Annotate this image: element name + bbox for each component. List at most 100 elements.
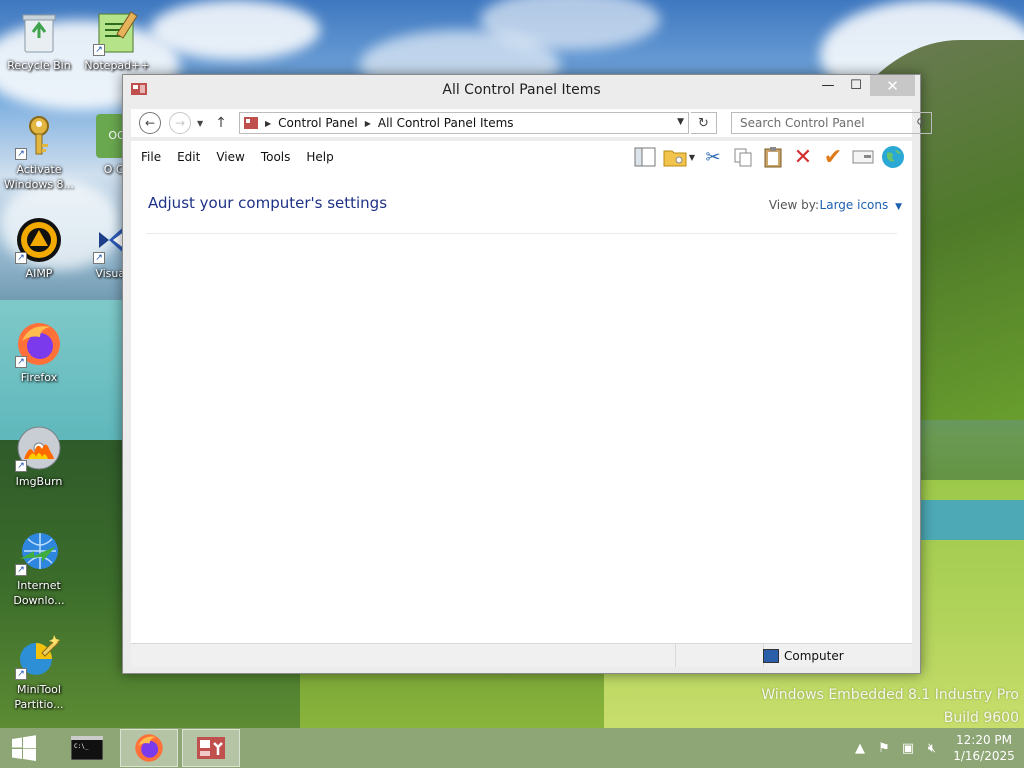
- breadcrumb-separator-icon: ▶: [364, 118, 371, 128]
- desktop-icon-label: Internet Downlo...: [13, 579, 65, 607]
- desktop-icon-imgburn[interactable]: ↗ ImgBurn: [1, 424, 77, 489]
- menu-file[interactable]: File: [131, 150, 169, 164]
- desktop-icon-activate-windows[interactable]: ↗ Activate Windows 8...: [1, 112, 77, 192]
- window-title: All Control Panel Items: [442, 82, 601, 98]
- computer-icon: [763, 648, 779, 663]
- clock[interactable]: 12:20 PM 1/16/2025: [944, 732, 1024, 764]
- menu-view[interactable]: View: [208, 150, 252, 164]
- desktop-icon-internet-download-manager[interactable]: ↗ Internet Downlo...: [1, 528, 77, 608]
- desktop-icon-notepad-plus-plus[interactable]: ↗ Notepad++: [79, 8, 155, 73]
- action-center-flag-icon[interactable]: ⚑: [872, 741, 896, 756]
- view-by-dropdown[interactable]: Large icons ▼: [820, 198, 902, 212]
- scissors-icon: ✂: [705, 146, 721, 168]
- desktop-icon-aimp[interactable]: ↗ AIMP: [1, 216, 77, 281]
- paste-button[interactable]: [758, 144, 788, 170]
- control-panel-icon: [197, 737, 225, 759]
- forward-button[interactable]: →: [169, 112, 191, 134]
- address-bar[interactable]: ▶ Control Panel ▶ All Control Panel Item…: [239, 112, 689, 134]
- show-hidden-icons-icon[interactable]: ▲: [848, 741, 872, 756]
- refresh-button[interactable]: ↻: [691, 112, 717, 134]
- menu-tools[interactable]: Tools: [253, 150, 299, 164]
- rename-icon: [852, 150, 874, 164]
- status-segment: [131, 644, 676, 667]
- properties-button[interactable]: ✔: [818, 144, 848, 170]
- minitool-partition-icon: ↗: [15, 632, 63, 680]
- breadcrumb-separator-icon: ▶: [265, 118, 272, 128]
- taskbar-command-prompt[interactable]: C:\_: [58, 729, 116, 767]
- folder-options-button[interactable]: ▼: [660, 144, 698, 170]
- delete-button[interactable]: ✕: [788, 144, 818, 170]
- cut-button[interactable]: ✂: [698, 144, 728, 170]
- copy-icon: [734, 148, 752, 167]
- back-button[interactable]: ←: [139, 112, 161, 134]
- search-input[interactable]: Search Control Panel ⚲: [731, 112, 932, 134]
- maximize-button[interactable]: ☐: [842, 75, 870, 96]
- network-icon[interactable]: ▣: [896, 741, 920, 756]
- imgburn-icon: ↗: [15, 424, 63, 472]
- menu-edit[interactable]: Edit: [169, 150, 208, 164]
- up-button[interactable]: ↑: [215, 115, 227, 131]
- start-button[interactable]: [0, 728, 48, 768]
- status-text: Computer: [784, 648, 844, 663]
- command-prompt-icon: C:\_: [71, 736, 103, 760]
- close-button[interactable]: ✕: [870, 75, 915, 96]
- desktop-icon-label: AIMP: [25, 267, 53, 280]
- arrow-right-icon: →: [174, 116, 186, 130]
- title-bar[interactable]: All Control Panel Items — ☐ ✕: [123, 75, 920, 105]
- recent-locations-dropdown[interactable]: ▼: [197, 119, 203, 128]
- minimize-button[interactable]: —: [814, 75, 842, 96]
- notepad-plus-plus-icon: ↗: [93, 8, 141, 56]
- globe-icon: [882, 146, 904, 168]
- folder-options-icon: [663, 150, 687, 167]
- clock-date: 1/16/2025: [953, 749, 1015, 763]
- breadcrumb-control-panel[interactable]: Control Panel: [278, 116, 358, 130]
- desktop-icon-label: Notepad++: [84, 59, 150, 72]
- aimp-icon: ↗: [15, 216, 63, 264]
- status-bar: Computer: [131, 643, 912, 667]
- menu-bar: File Edit View Tools Help ▼ ✂ ✕ ✔: [131, 141, 912, 173]
- desktop-icon-firefox[interactable]: ↗ Firefox: [1, 320, 77, 385]
- chevron-down-icon: ▼: [688, 152, 696, 162]
- status-segment: [676, 644, 764, 667]
- arrow-up-icon: ↑: [215, 115, 227, 131]
- desktop-icon-minitool-partition[interactable]: ↗ MiniTool Partitio...: [1, 632, 77, 712]
- control-panel-window: All Control Panel Items — ☐ ✕ ← → ▼ ↑ ▶ …: [122, 74, 932, 674]
- desktop-icon-label: Activate Windows 8...: [3, 163, 75, 191]
- desktop-icon-recycle-bin[interactable]: Recycle Bin: [1, 8, 77, 73]
- rename-button[interactable]: [848, 144, 878, 170]
- copy-button[interactable]: [728, 144, 758, 170]
- content-area: Adjust your computer's settings View by:…: [131, 173, 912, 643]
- watermark-build: Build 9600: [943, 710, 1019, 726]
- delete-x-icon: ✕: [793, 144, 813, 170]
- menu-help[interactable]: Help: [298, 150, 341, 164]
- volume-muted-icon[interactable]: 🔇︎: [920, 741, 944, 756]
- control-panel-icon: [244, 117, 258, 129]
- globe-button[interactable]: [878, 144, 908, 170]
- view-by-label: View by:: [768, 198, 819, 212]
- layout-pane-icon: [634, 147, 656, 167]
- taskbar-control-panel[interactable]: [182, 729, 240, 767]
- taskbar: C:\_ ▲ ⚑ ▣ 🔇︎ 12:20 PM 1/16/2025: [0, 728, 1024, 768]
- system-tray: ▲ ⚑ ▣ 🔇︎ 12:20 PM 1/16/2025: [848, 728, 1024, 768]
- windows-watermark: Windows Embedded 8.1 Industry Pro Build …: [761, 684, 1019, 730]
- status-location: Computer: [763, 644, 844, 667]
- firefox-icon: ↗: [15, 320, 63, 368]
- navigation-bar: ← → ▼ ↑ ▶ Control Panel ▶ All Control Pa…: [131, 109, 932, 137]
- view-by-value: Large icons: [819, 198, 889, 212]
- page-title: Adjust your computer's settings: [148, 194, 388, 212]
- internet-download-manager-icon: ↗: [15, 528, 63, 576]
- chevron-down-icon[interactable]: ▼: [677, 117, 684, 127]
- key-icon: ↗: [15, 112, 63, 160]
- desktop-icon-label: MiniTool Partitio...: [14, 683, 64, 711]
- recycle-bin-icon: [15, 8, 63, 56]
- watermark-edition: Windows Embedded 8.1 Industry Pro: [761, 687, 1019, 703]
- breadcrumb-all-items[interactable]: All Control Panel Items: [378, 116, 514, 130]
- desktop-icon-label: ImgBurn: [15, 475, 63, 488]
- firefox-icon: [135, 734, 163, 762]
- search-placeholder: Search Control Panel: [740, 116, 865, 130]
- layout-pane-button[interactable]: [630, 144, 660, 170]
- checkmark-icon: ✔: [823, 144, 843, 170]
- clipboard-icon: [764, 147, 782, 168]
- toolbar: ▼ ✂ ✕ ✔: [630, 144, 908, 170]
- taskbar-firefox[interactable]: [120, 729, 178, 767]
